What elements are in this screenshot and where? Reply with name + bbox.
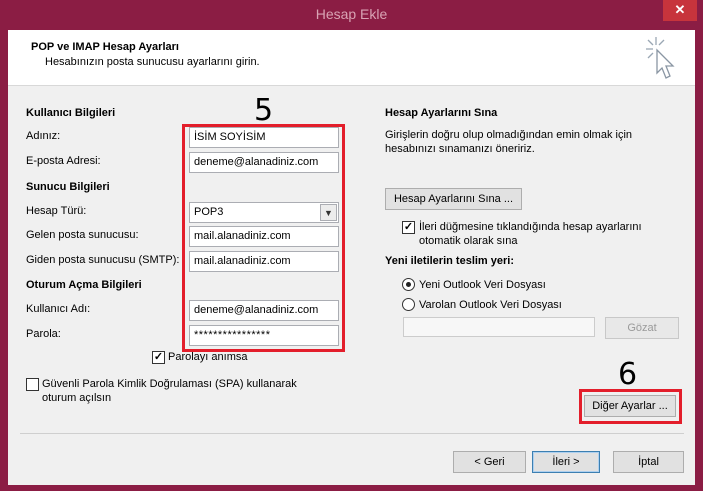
header-title: POP ve IMAP Hesap Ayarları bbox=[31, 41, 179, 53]
wizard-cursor-icon bbox=[646, 37, 675, 79]
existing-data-file-radio[interactable] bbox=[402, 298, 415, 311]
outgoing-server-label: Giden posta sunucusu (SMTP): bbox=[26, 254, 180, 266]
user-info-heading: Kullanıcı Bilgileri bbox=[26, 107, 116, 119]
footer-divider bbox=[20, 433, 684, 434]
spa-checkbox[interactable] bbox=[26, 378, 39, 391]
browse-button[interactable]: Gözat bbox=[605, 317, 679, 339]
auto-test-line1: İleri düğmesine tıklandığında hesap ayar… bbox=[419, 221, 642, 233]
test-settings-heading: Hesap Ayarlarını Sına bbox=[385, 107, 498, 119]
new-data-file-label: Yeni Outlook Veri Dosyası bbox=[419, 279, 546, 291]
step-6-marker: 6 bbox=[618, 357, 638, 392]
window-title: Hesap Ekle bbox=[315, 6, 388, 22]
auto-test-checkbox[interactable]: ✓ bbox=[402, 221, 415, 234]
email-label: E-posta Adresi: bbox=[26, 155, 101, 167]
password-label: Parola: bbox=[26, 328, 61, 340]
test-settings-button[interactable]: Hesap Ayarlarını Sına ... bbox=[385, 188, 522, 210]
remember-password-label: Parolayı anımsa bbox=[168, 351, 248, 363]
logon-info-heading: Oturum Açma Bilgileri bbox=[26, 279, 142, 291]
header-subtitle: Hesabınızın posta sunucusu ayarlarını gi… bbox=[45, 56, 260, 68]
cancel-button[interactable]: İptal bbox=[613, 451, 684, 473]
server-info-heading: Sunucu Bilgileri bbox=[26, 181, 110, 193]
more-settings-button[interactable]: Diğer Ayarlar ... bbox=[584, 395, 676, 417]
spa-label-line1: Güvenli Parola Kimlik Doğrulaması (SPA) … bbox=[42, 378, 297, 390]
spa-label: Güvenli Parola Kimlik Doğrulaması (SPA) … bbox=[42, 377, 297, 405]
step-5-highlight bbox=[182, 124, 345, 352]
account-type-label: Hesap Türü: bbox=[26, 205, 87, 217]
next-button[interactable]: İleri > bbox=[532, 451, 600, 473]
name-label: Adınız: bbox=[26, 130, 61, 142]
auto-test-line2: otomatik olarak sına bbox=[419, 235, 518, 247]
close-button[interactable]: ✕ bbox=[663, 0, 697, 21]
delivery-heading: Yeni iletilerin teslim yeri: bbox=[385, 255, 514, 267]
auto-test-label: İleri düğmesine tıklandığında hesap ayar… bbox=[419, 220, 642, 248]
back-button[interactable]: < Geri bbox=[453, 451, 526, 473]
username-label: Kullanıcı Adı: bbox=[26, 303, 91, 315]
title-bar: Hesap Ekle ✕ bbox=[0, 0, 703, 30]
dialog-body: POP ve IMAP Hesap Ayarları Hesabınızın p… bbox=[8, 30, 695, 485]
test-settings-description: Girişlerin doğru olup olmadığından emin … bbox=[385, 128, 632, 156]
spa-label-line2: oturum açılsın bbox=[42, 392, 112, 404]
step-5-marker: 5 bbox=[254, 93, 274, 128]
test-description-line1: Girişlerin doğru olup olmadığından emin … bbox=[385, 129, 633, 141]
data-file-path-field[interactable] bbox=[403, 317, 595, 337]
existing-data-file-label: Varolan Outlook Veri Dosyası bbox=[419, 299, 562, 311]
test-description-line2: hesabınızı sınamanızı öneririz. bbox=[385, 143, 535, 155]
incoming-server-label: Gelen posta sunucusu: bbox=[26, 229, 139, 241]
dialog-header: POP ve IMAP Hesap Ayarları Hesabınızın p… bbox=[8, 30, 695, 86]
new-data-file-radio[interactable] bbox=[402, 278, 415, 291]
remember-password-checkbox[interactable]: ✓ bbox=[152, 351, 165, 364]
